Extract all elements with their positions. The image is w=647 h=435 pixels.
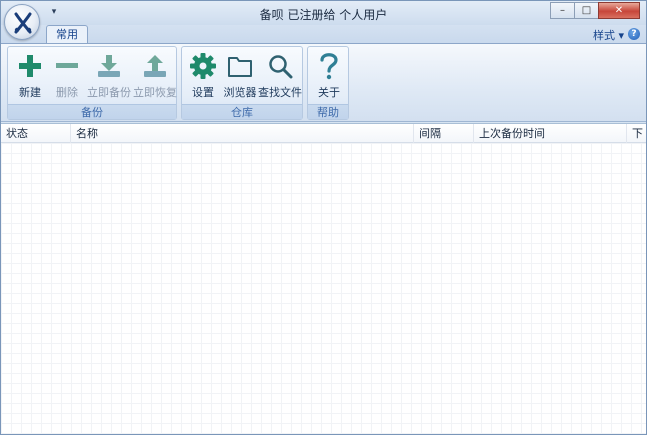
window-controls: – □ ✕ [550, 2, 640, 19]
group-help-label: 帮助 [308, 104, 348, 119]
about-label: 关于 [318, 86, 340, 99]
group-backup: 新建 删除 立即备份 立即恢复 备份 [7, 46, 177, 120]
minimize-button[interactable]: – [550, 2, 575, 19]
restore-now-label: 立即恢复 [133, 86, 177, 99]
style-menu[interactable]: 样式 ▾ [593, 27, 624, 43]
column-header-next[interactable]: 下 [627, 124, 646, 143]
plus-icon [12, 50, 48, 82]
find-file-button[interactable]: 查找文件 [258, 50, 302, 105]
upload-tray-icon [132, 50, 178, 82]
ribbon: 新建 删除 立即备份 立即恢复 备份 设置 浏览器 查找文件 仓库 关于 帮助 [1, 43, 646, 122]
maximize-button[interactable]: □ [574, 2, 599, 19]
tab-home[interactable]: 常用 [46, 25, 88, 44]
browser-label: 浏览器 [223, 86, 257, 99]
column-header-last-backup-time[interactable]: 上次备份时间 [474, 124, 627, 143]
browser-button[interactable]: 浏览器 [222, 50, 258, 105]
title-bar: ▾ 备呗 已注册给 个人用户 – □ ✕ [1, 1, 646, 25]
app-logo-icon [14, 12, 32, 34]
table-body [1, 143, 646, 434]
table-header: 状态 名称 间隔 上次备份时间 下 [1, 124, 646, 143]
backup-now-label: 立即备份 [87, 86, 131, 99]
new-button[interactable]: 新建 [12, 50, 48, 105]
group-repository: 设置 浏览器 查找文件 仓库 [181, 46, 303, 120]
column-header-interval[interactable]: 间隔 [414, 124, 474, 143]
close-button[interactable]: ✕ [598, 2, 640, 19]
column-header-name[interactable]: 名称 [71, 124, 414, 143]
download-tray-icon [86, 50, 132, 82]
group-repository-label: 仓库 [182, 104, 302, 119]
new-button-label: 新建 [19, 86, 41, 99]
backup-now-button[interactable]: 立即备份 [86, 50, 132, 105]
help-icon[interactable]: ? [628, 28, 640, 40]
group-help: 关于 帮助 [307, 46, 349, 120]
backup-list-view[interactable]: 状态 名称 间隔 上次备份时间 下 [1, 123, 646, 434]
find-file-label: 查找文件 [258, 86, 302, 99]
app-window: ▾ 备呗 已注册给 个人用户 – □ ✕ 常用 样式 ▾ ? 新建 删除 立即备… [0, 0, 647, 435]
ribbon-tab-strip: 常用 样式 ▾ ? [1, 25, 646, 44]
settings-label: 设置 [192, 86, 214, 99]
group-backup-label: 备份 [8, 104, 176, 119]
question-icon [311, 50, 347, 82]
delete-button-label: 删除 [56, 86, 78, 99]
app-menu-button[interactable] [4, 4, 40, 40]
gear-icon [185, 50, 221, 82]
about-button[interactable]: 关于 [311, 50, 347, 105]
settings-button[interactable]: 设置 [185, 50, 221, 105]
folder-icon [222, 50, 258, 82]
minus-icon [50, 50, 84, 82]
delete-button[interactable]: 删除 [50, 50, 84, 105]
search-icon [258, 50, 302, 82]
restore-now-button[interactable]: 立即恢复 [132, 50, 178, 105]
column-header-status[interactable]: 状态 [1, 124, 71, 143]
